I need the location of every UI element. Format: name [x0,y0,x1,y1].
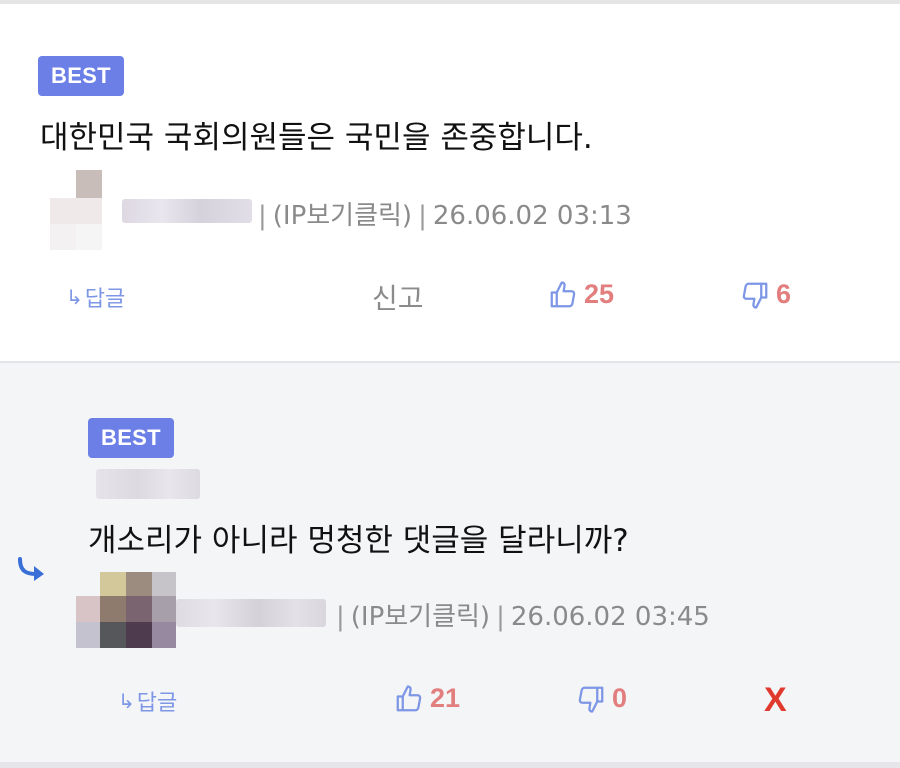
comment-text: 대한민국 국회의원들은 국민을 존중합니다. [40,120,593,156]
report-button[interactable]: 신고 [372,277,424,317]
comment-meta: | (IP보기클릭) | 26.06.02 03:13 [258,201,632,231]
delete-button[interactable]: X [764,681,787,720]
masked-username[interactable] [122,199,252,223]
like-button[interactable]: 21 [394,683,460,714]
reply-indicator-icon [18,557,44,581]
best-badge: BEST [38,56,124,96]
reply-button[interactable]: ↳ 답글 [118,685,177,717]
comment-text: 개소리가 아니라 멍청한 댓글을 달라니까? [88,523,629,559]
dislike-button[interactable]: 6 [740,279,791,310]
thumbs-up-icon [550,280,576,307]
avatar[interactable] [76,572,176,650]
thumbs-down-icon [742,282,768,309]
reply-arrow-icon: ↳ [66,285,83,309]
like-count: 21 [430,683,461,713]
thumbs-up-icon [396,684,422,711]
avatar[interactable] [50,170,104,250]
ip-view-link[interactable]: (IP보기클릭) [351,602,490,632]
masked-username-secondary[interactable] [176,599,326,627]
ip-view-link[interactable]: (IP보기클릭) [273,201,412,231]
reply-button[interactable]: ↳ 답글 [66,281,125,313]
best-badge: BEST [88,418,174,458]
timestamp: 26.06.02 03:45 [510,602,710,632]
thumbs-down-icon [578,686,604,713]
comment-2-reply: BEST 개소리가 아니라 멍청한 댓글을 달라니까? | (IP보기클릭) | 26… [0,363,900,762]
dislike-button[interactable]: 0 [576,683,627,714]
dislike-count: 0 [612,683,628,713]
reply-arrow-icon: ↳ [118,689,135,713]
dislike-count: 6 [776,279,792,309]
like-count: 25 [584,279,615,309]
comment-1: BEST 대한민국 국회의원들은 국민을 존중합니다. | (IP보기클릭) | 26… [0,4,900,361]
timestamp: 26.06.02 03:13 [432,201,632,231]
bottom-border [0,762,900,768]
masked-username[interactable] [96,469,200,499]
like-button[interactable]: 25 [548,279,614,310]
comment-meta: | (IP보기클릭) | 26.06.02 03:45 [336,602,710,632]
